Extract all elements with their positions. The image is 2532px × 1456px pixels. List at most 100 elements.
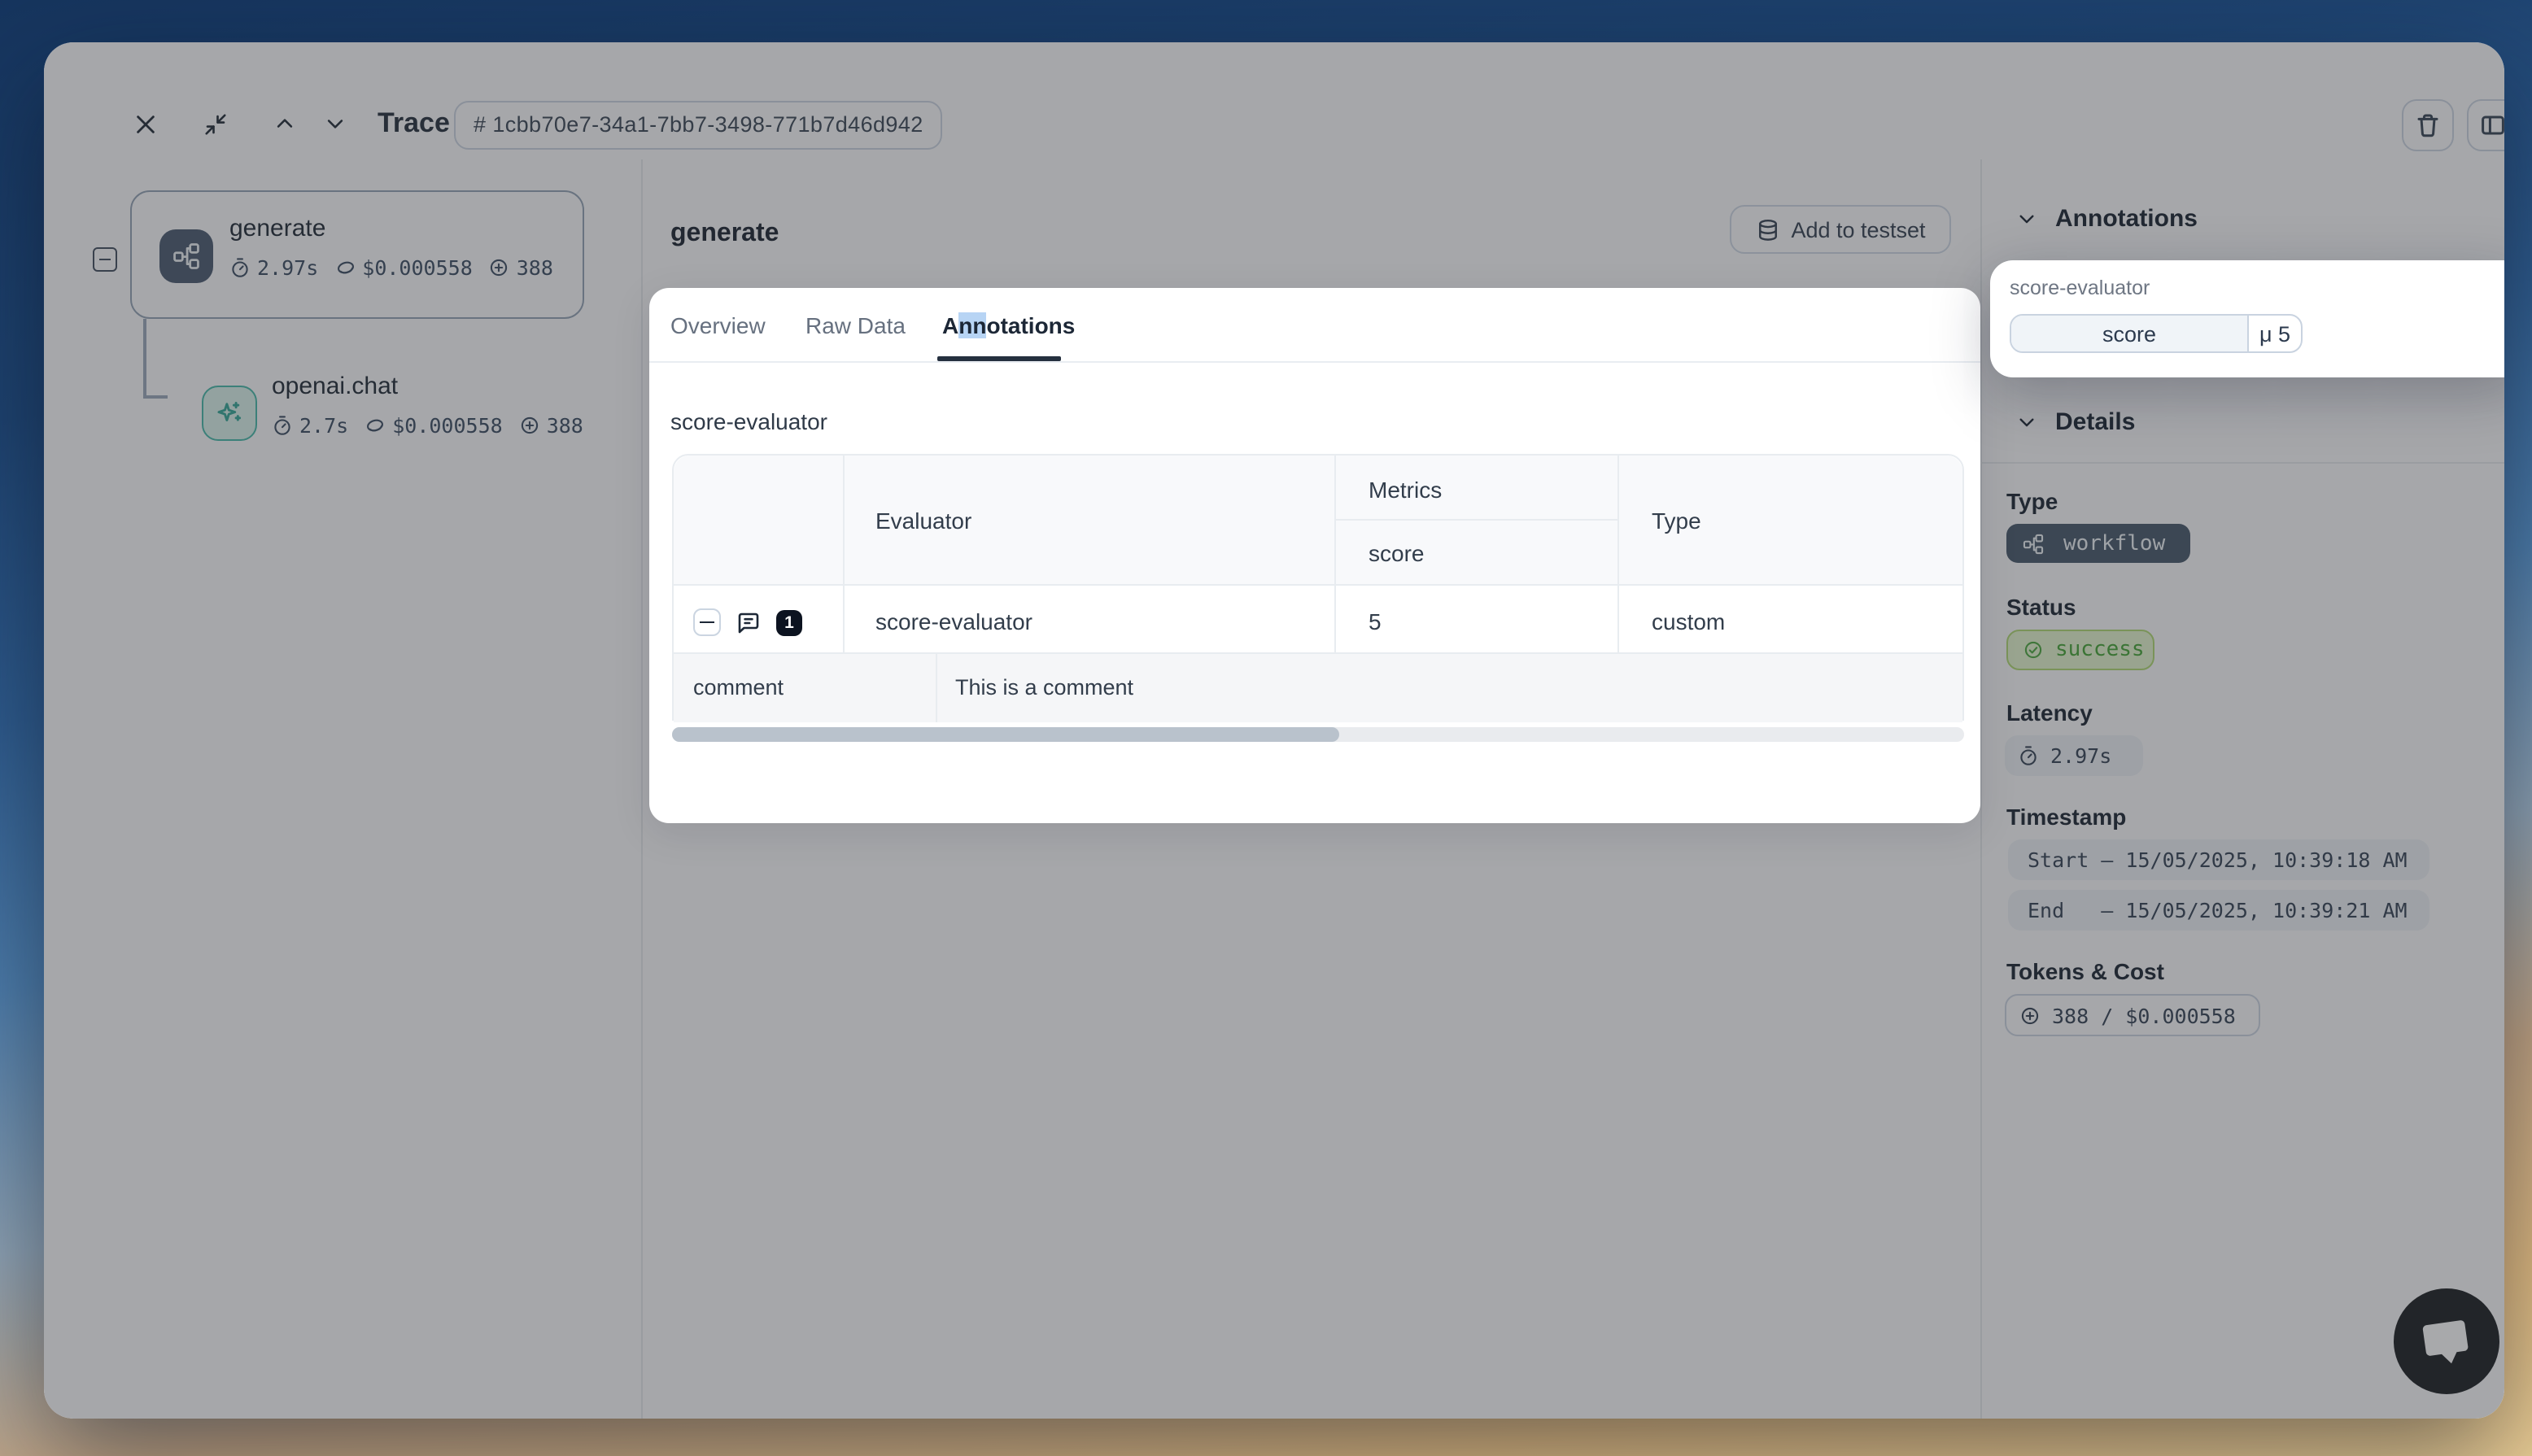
minimize-icon: [203, 111, 227, 136]
active-tab-underline: [937, 356, 1061, 361]
tree-panel-divider: [641, 159, 643, 1419]
annotation-evaluator-label: score-evaluator: [2010, 277, 2150, 299]
tokens-icon: [2019, 1005, 2041, 1026]
metric-mean-value: μ 5: [2249, 316, 2301, 351]
tabbar-divider: [649, 361, 1980, 363]
latency-badge: 2.97s: [2005, 735, 2143, 776]
minus-icon: [700, 621, 714, 624]
table-row-controls: 1: [693, 608, 802, 636]
tokens-icon: [519, 415, 540, 436]
status-value: success: [2055, 638, 2145, 662]
status-badge: success: [2006, 630, 2154, 670]
type-badge: workflow: [2006, 524, 2190, 563]
toggle-sidepanel-button[interactable]: [2467, 99, 2504, 151]
timestamp-end: End – 15/05/2025, 10:39:21 AM: [2008, 890, 2429, 931]
tokens-value: 388: [517, 255, 553, 280]
app-background: Trace # 1cbb70e7-34a1-7bb7-3498-771b7d46…: [0, 0, 2532, 1456]
database-icon: [1755, 217, 1779, 242]
right-panel-divider: [1980, 159, 1982, 1419]
cell-type: custom: [1652, 608, 1725, 634]
cost-value: $0.000558: [362, 255, 472, 280]
trace-id-badge[interactable]: # 1cbb70e7-34a1-7bb7-3498-771b7d46d942: [454, 101, 943, 150]
comment-count-badge: 1: [776, 609, 802, 635]
tokens-cost-badge: 388 / $0.000558: [2005, 994, 2260, 1036]
tokens-value: 388: [547, 413, 583, 438]
next-span-button[interactable]: [314, 102, 356, 145]
timer-icon: [2018, 745, 2039, 766]
latency-value: 2.97s: [257, 255, 318, 280]
panel-icon: [2480, 112, 2504, 138]
column-header-metrics: Metrics: [1369, 477, 1442, 503]
page-title: Trace: [378, 107, 450, 140]
timer-icon: [272, 415, 293, 436]
scrollbar-thumb[interactable]: [672, 727, 1339, 742]
details-section-header[interactable]: Details: [2016, 408, 2135, 436]
chevron-down-icon: [324, 112, 347, 135]
type-label: Type: [2006, 488, 2058, 514]
comment-key: comment: [693, 675, 784, 700]
cell-evaluator: score-evaluator: [875, 608, 1032, 634]
details-header-label: Details: [2055, 408, 2135, 436]
latency-label: Latency: [2006, 700, 2093, 726]
annotations-table: Evaluator Metrics score Type 1 score-eva…: [672, 454, 1964, 721]
column-header-type: Type: [1652, 508, 1701, 534]
span-detail-card: Overview Raw Data Annotations score-eval…: [649, 288, 1980, 823]
status-label: Status: [2006, 594, 2076, 620]
check-circle-icon: [2023, 639, 2044, 660]
column-header-evaluator: Evaluator: [875, 508, 971, 534]
coin-icon: [365, 415, 386, 436]
tab-raw-data[interactable]: Raw Data: [805, 312, 906, 338]
trace-modal: Trace # 1cbb70e7-34a1-7bb7-3498-771b7d46…: [44, 42, 2504, 1419]
cell-score: 5: [1369, 608, 1382, 634]
delete-trace-button[interactable]: [2402, 99, 2454, 151]
timestamp-label: Timestamp: [2006, 804, 2126, 830]
tree-node-stats: 2.97s $0.000558 388: [229, 255, 553, 280]
chat-bubble-icon: [2394, 1288, 2499, 1394]
chevron-up-icon: [273, 112, 296, 135]
workflow-icon: [2023, 533, 2044, 554]
row-checkbox[interactable]: [693, 608, 721, 636]
minimize-button[interactable]: [194, 102, 236, 145]
comment-row: comment This is a comment: [674, 652, 1962, 722]
minus-icon: [99, 259, 111, 261]
tab-overview[interactable]: Overview: [670, 312, 766, 338]
evaluator-section-title: score-evaluator: [670, 408, 827, 434]
chevron-down-icon: [2016, 208, 2037, 229]
chevron-down-icon: [2016, 412, 2037, 433]
annotation-popup: score-evaluator score μ 5: [1990, 260, 2504, 377]
comment-icon[interactable]: [736, 609, 762, 635]
metric-name[interactable]: score: [2011, 316, 2249, 351]
trash-icon: [2415, 112, 2441, 138]
annotations-header-label: Annotations: [2055, 205, 2198, 233]
sparkles-icon[interactable]: [202, 386, 257, 441]
table-header: [674, 456, 1962, 586]
tab-label-part: otations: [986, 312, 1075, 338]
latency-value: 2.7s: [299, 413, 348, 438]
comment-cell-divider: [936, 654, 937, 722]
chat-fab-button[interactable]: [2394, 1288, 2499, 1394]
tokens-icon: [489, 257, 510, 278]
tree-node-title[interactable]: openai.chat: [272, 373, 398, 400]
score-metric-control[interactable]: score μ 5: [2010, 314, 2303, 353]
add-to-testset-button[interactable]: Add to testset: [1730, 205, 1951, 254]
tree-connector: [143, 395, 168, 398]
metrics-subheader-divider: [1334, 519, 1617, 521]
details-divider: [1980, 462, 2504, 464]
annotations-section-header[interactable]: Annotations: [2016, 205, 2198, 233]
prev-span-button[interactable]: [264, 102, 306, 145]
tree-collapse-toggle[interactable]: [93, 247, 117, 272]
close-icon: [133, 111, 157, 136]
tokens-cost-label: Tokens & Cost: [2006, 958, 2164, 984]
tokens-cost-value: 388 / $0.000558: [2052, 1003, 2236, 1027]
latency-value: 2.97s: [2050, 743, 2111, 768]
tab-annotations[interactable]: Annotations: [942, 312, 1075, 338]
coin-icon: [334, 257, 356, 278]
span-title: generate: [670, 220, 779, 249]
close-button[interactable]: [124, 102, 166, 145]
timer-icon: [229, 257, 251, 278]
horizontal-scrollbar[interactable]: [672, 727, 1964, 742]
tree-connector: [143, 319, 146, 397]
type-value: workflow: [2063, 531, 2165, 556]
comment-value: This is a comment: [955, 675, 1133, 700]
tree-node-stats: 2.7s $0.000558 388: [272, 413, 583, 438]
